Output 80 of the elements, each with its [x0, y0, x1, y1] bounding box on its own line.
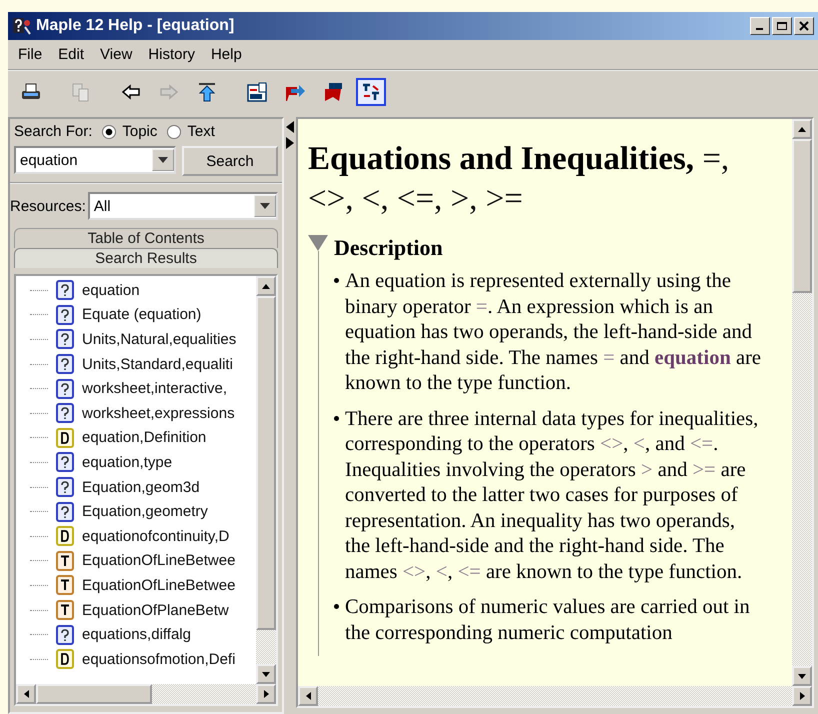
resources-dropdown[interactable]: All — [88, 192, 278, 220]
description-paragraph: An equation is represented externally using the binary operator =. An expression which is an equation has two operands, the left-hand-side and the right-hand side. The names = and equation are known to the type function. — [345, 269, 762, 396]
scroll-down-icon — [262, 672, 270, 676]
vertical-scrollbar[interactable] — [256, 276, 276, 684]
close-button[interactable] — [794, 17, 814, 35]
menu-item[interactable]: Edit — [52, 44, 90, 65]
description-paragraph: Comparisons of numeric values are carried out in the corresponding numeric computation — [345, 595, 751, 646]
result-item[interactable]: EquationOfLineBetwee — [16, 573, 256, 598]
bullet-icon — [334, 416, 339, 420]
help-topic-icon — [56, 378, 74, 399]
task-icon — [56, 600, 74, 620]
result-item[interactable]: equation,Definition — [16, 426, 256, 450]
scroll-left-icon — [306, 692, 310, 700]
scroll-left-icon — [24, 690, 28, 698]
menu-item[interactable]: Help — [204, 44, 248, 65]
result-item[interactable]: Equation,geom3d — [16, 474, 256, 500]
scroll-right-icon — [800, 692, 804, 700]
panel-tab[interactable]: Table of Contents — [14, 228, 278, 248]
result-item[interactable]: Units,Standard,equaliti — [16, 352, 256, 376]
help-topic-icon — [56, 452, 74, 472]
resources-label: Resources: — [10, 198, 86, 214]
menu-item[interactable]: View — [94, 44, 138, 65]
scroll-up-icon — [798, 126, 806, 132]
expanded-triangle-icon[interactable] — [308, 235, 328, 251]
search-for-label: Search For: — [14, 123, 92, 140]
section-heading: Description — [334, 235, 444, 261]
search-button[interactable]: Search — [182, 146, 278, 176]
result-item[interactable]: Equation,geometry — [16, 499, 256, 524]
help-topic-icon — [56, 403, 74, 424]
maximize-icon — [776, 21, 788, 31]
definition-icon — [56, 526, 74, 546]
result-item[interactable]: worksheet,interactive, — [16, 376, 256, 401]
radio-option[interactable]: Topic — [102, 123, 158, 140]
dropdown-caret-icon — [158, 157, 168, 163]
help-topic-icon — [56, 477, 74, 498]
maximize-button[interactable] — [772, 17, 792, 35]
scroll-up-icon — [262, 284, 270, 288]
help-topic-icon — [56, 354, 74, 374]
search-combo-field[interactable]: equation — [14, 146, 176, 174]
result-item[interactable]: equations,diffalg — [16, 622, 256, 647]
scroll-down-icon — [798, 674, 806, 678]
horizontal-scrollbar[interactable] — [16, 684, 276, 704]
help-topic-icon — [56, 329, 74, 350]
minimize-icon — [756, 28, 762, 30]
result-item[interactable]: equationsofmotion,Defi — [16, 646, 256, 672]
scroll-right-icon — [264, 690, 268, 698]
page-title: Equations and Inequalities, =, <>, <, <=, >, >= — [308, 140, 730, 219]
result-item[interactable]: EquationOfLineBetwee — [16, 548, 256, 574]
radio-option[interactable]: Text — [167, 123, 215, 140]
menu-item[interactable]: File — [12, 44, 48, 65]
help-topic-icon — [56, 624, 74, 645]
horizontal-scrollbar[interactable] — [298, 686, 812, 706]
dropdown-caret-icon — [260, 203, 270, 209]
result-item[interactable]: Equate (equation) — [16, 302, 256, 328]
task-icon — [56, 550, 74, 571]
result-item[interactable]: equation,type — [16, 450, 256, 475]
window-title: Maple 12 Help - [equation] — [36, 17, 234, 35]
bullet-icon — [334, 278, 339, 283]
result-item[interactable]: EquationOfPlaneBetw — [16, 598, 256, 622]
minimize-button[interactable] — [750, 17, 770, 35]
vertical-scrollbar[interactable] — [792, 119, 812, 686]
close-icon — [798, 21, 810, 31]
toolbar-swap-button[interactable] — [356, 78, 386, 106]
help-topic-icon — [56, 280, 74, 300]
task-icon — [56, 575, 74, 596]
definition-icon — [56, 428, 74, 448]
help-topic-icon — [56, 502, 74, 522]
result-item[interactable]: worksheet,expressions — [16, 400, 256, 426]
result-item[interactable]: Units,Natural,equalities — [16, 327, 256, 352]
result-item[interactable]: equation — [16, 278, 256, 303]
description-paragraph: There are three internal data types for inequalities, corresponding to the operators <>, <, and <=. Inequalities involving the operators > and >= are converted to the latter two cases for purposes of representation. An inequality has two operands, the left-hand-side and the right-hand side. The names <>, <, <= are known to the type function. — [345, 406, 760, 584]
menu-item[interactable]: History — [142, 44, 201, 65]
help-question-icon — [12, 17, 32, 35]
worksheet-icon — [245, 81, 269, 103]
result-item[interactable]: equationofcontinuity,D — [16, 524, 256, 549]
help-topic-icon — [56, 304, 74, 325]
definition-icon — [56, 649, 74, 670]
panel-tab[interactable]: Search Results — [14, 248, 278, 268]
splitter-arrows-icon[interactable] — [286, 121, 294, 151]
bullet-icon — [334, 604, 339, 609]
